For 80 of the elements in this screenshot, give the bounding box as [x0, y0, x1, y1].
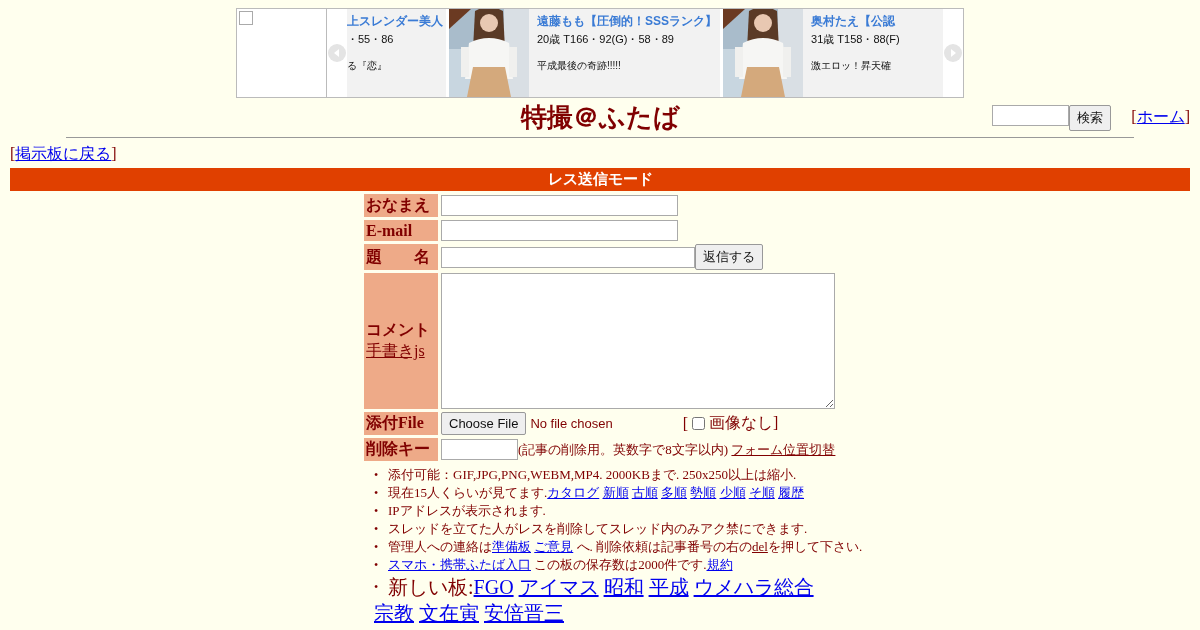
delete-key-hint: (記事の削除用。英数字で8文字以内) — [518, 440, 729, 459]
link[interactable]: そ順 — [748, 485, 775, 500]
link[interactable]: 新順 — [602, 485, 629, 500]
note-text: を押して下さい. — [767, 539, 863, 554]
note-text: この板の保存数は2000件です. — [534, 557, 707, 572]
link[interactable]: スマホ・携帯ふたば入口 — [388, 557, 531, 572]
broken-image-icon — [239, 11, 253, 25]
slide-title: 上スレンダー美人 — [347, 13, 443, 30]
subject-label: 題 名 — [364, 244, 438, 270]
link[interactable]: 安倍晋三 — [484, 602, 564, 624]
note-text: スレッドを立てた人がレスを削除してスレッド内のみアク禁にできます. — [388, 521, 808, 536]
link[interactable]: ご意見 — [534, 539, 574, 554]
file-label: 添付File — [364, 412, 438, 435]
slide-stats: 20歳 T166・92(G)・58・89 — [537, 32, 675, 47]
bracket: ] — [1184, 108, 1190, 125]
no-image-label: 画像なし] — [709, 413, 779, 433]
note-text: 新しい板: — [388, 576, 474, 598]
ad-slide[interactable]: 遠藤もも【圧倒的！SSSランク】 20歳 T166・92(G)・58・89 平成最後の奇跡!!!!! — [449, 9, 720, 97]
delete-key-field[interactable] — [441, 439, 518, 460]
bullet: • — [374, 579, 380, 596]
link[interactable]: 昭和 — [603, 576, 644, 598]
mode-bar: レス送信モード — [10, 168, 1190, 191]
link[interactable]: ウメハラ総合 — [693, 576, 814, 598]
slide-title: 遠藤もも【圧倒的！SSSランク】 — [537, 13, 717, 30]
slide-caption: 平成最後の奇跡!!!!! — [537, 59, 622, 73]
reply-button[interactable]: 返信する — [695, 244, 763, 270]
link[interactable]: カタログ — [547, 485, 600, 500]
slide-stats: 31歳 T158・88(F) — [811, 32, 900, 47]
delete-key-label: 削除キー — [364, 438, 438, 461]
ad-slide[interactable]: 上スレンダー美人 ・55・86 る『恋』 — [347, 9, 446, 97]
comment-label: コメント — [366, 320, 431, 340]
file-status: No file chosen — [530, 416, 613, 431]
search-button[interactable]: 検索 — [1069, 104, 1112, 131]
choose-file-button[interactable]: Choose File — [441, 412, 527, 435]
search-field[interactable] — [992, 104, 1070, 126]
home-link[interactable]: ホーム — [1136, 108, 1185, 125]
link[interactable]: 多順 — [661, 485, 687, 500]
bullet: • — [374, 557, 380, 574]
bracket: [ — [10, 145, 16, 162]
note-text: 添付可能：GIF,JPG,PNG,WEBM,MP4. 2000KBまで. 250x250以上は縮小. — [388, 467, 797, 482]
bracket: ] — [111, 145, 117, 162]
bullet: • — [374, 521, 380, 538]
bracket: [ — [682, 414, 689, 433]
link[interactable]: 勢順 — [690, 485, 717, 500]
ad-slide[interactable]: 奥村たえ【公認 31歳 T158・88(F) 激エロッ！昇天確 — [723, 9, 943, 97]
name-label: おなまえ — [364, 194, 438, 217]
email-label: E-mail — [364, 220, 438, 241]
email-field[interactable] — [441, 220, 678, 241]
link[interactable]: 平成 — [648, 576, 689, 598]
bullet: • — [374, 503, 380, 520]
handwriting-link[interactable]: 手書きjs — [366, 341, 436, 362]
comment-field[interactable] — [441, 273, 835, 409]
form-position-link[interactable]: フォーム位置切替 — [731, 440, 836, 459]
slide-stats: ・55・86 — [347, 32, 395, 47]
note-text: へ. 削除依頼は記事番号の右の — [576, 539, 752, 554]
name-field[interactable] — [441, 195, 678, 216]
link[interactable]: 準備板 — [492, 539, 531, 554]
note-text: 現在15人くらいが見てます. — [388, 485, 548, 500]
link[interactable]: 履歴 — [778, 485, 804, 500]
link[interactable]: FGO — [473, 576, 514, 598]
slide-title: 奥村たえ【公認 — [811, 13, 896, 30]
link[interactable]: アイマス — [518, 576, 599, 598]
no-image-checkbox[interactable] — [692, 417, 706, 430]
slide-caption: 激エロッ！昇天確 — [811, 59, 892, 73]
bullet: • — [374, 485, 380, 502]
link[interactable]: 少順 — [719, 485, 746, 500]
subject-field[interactable] — [441, 246, 695, 268]
link[interactable]: 古順 — [631, 485, 658, 500]
note-text: IPアドレスが表示されます. — [388, 503, 546, 518]
link[interactable]: del — [752, 539, 768, 554]
slide-caption: る『恋』 — [347, 59, 388, 73]
bracket: [ — [1131, 108, 1137, 125]
bullet: • — [374, 467, 380, 484]
link[interactable]: 規約 — [706, 557, 733, 572]
link[interactable]: 文在寅 — [419, 602, 479, 624]
link[interactable]: 宗教 — [374, 602, 414, 624]
note-text: 管理人への連絡は — [388, 539, 492, 554]
back-link[interactable]: 掲示板に戻る — [15, 145, 112, 162]
page-title: 特撮＠ふたば — [520, 102, 680, 134]
bullet: • — [374, 539, 380, 556]
